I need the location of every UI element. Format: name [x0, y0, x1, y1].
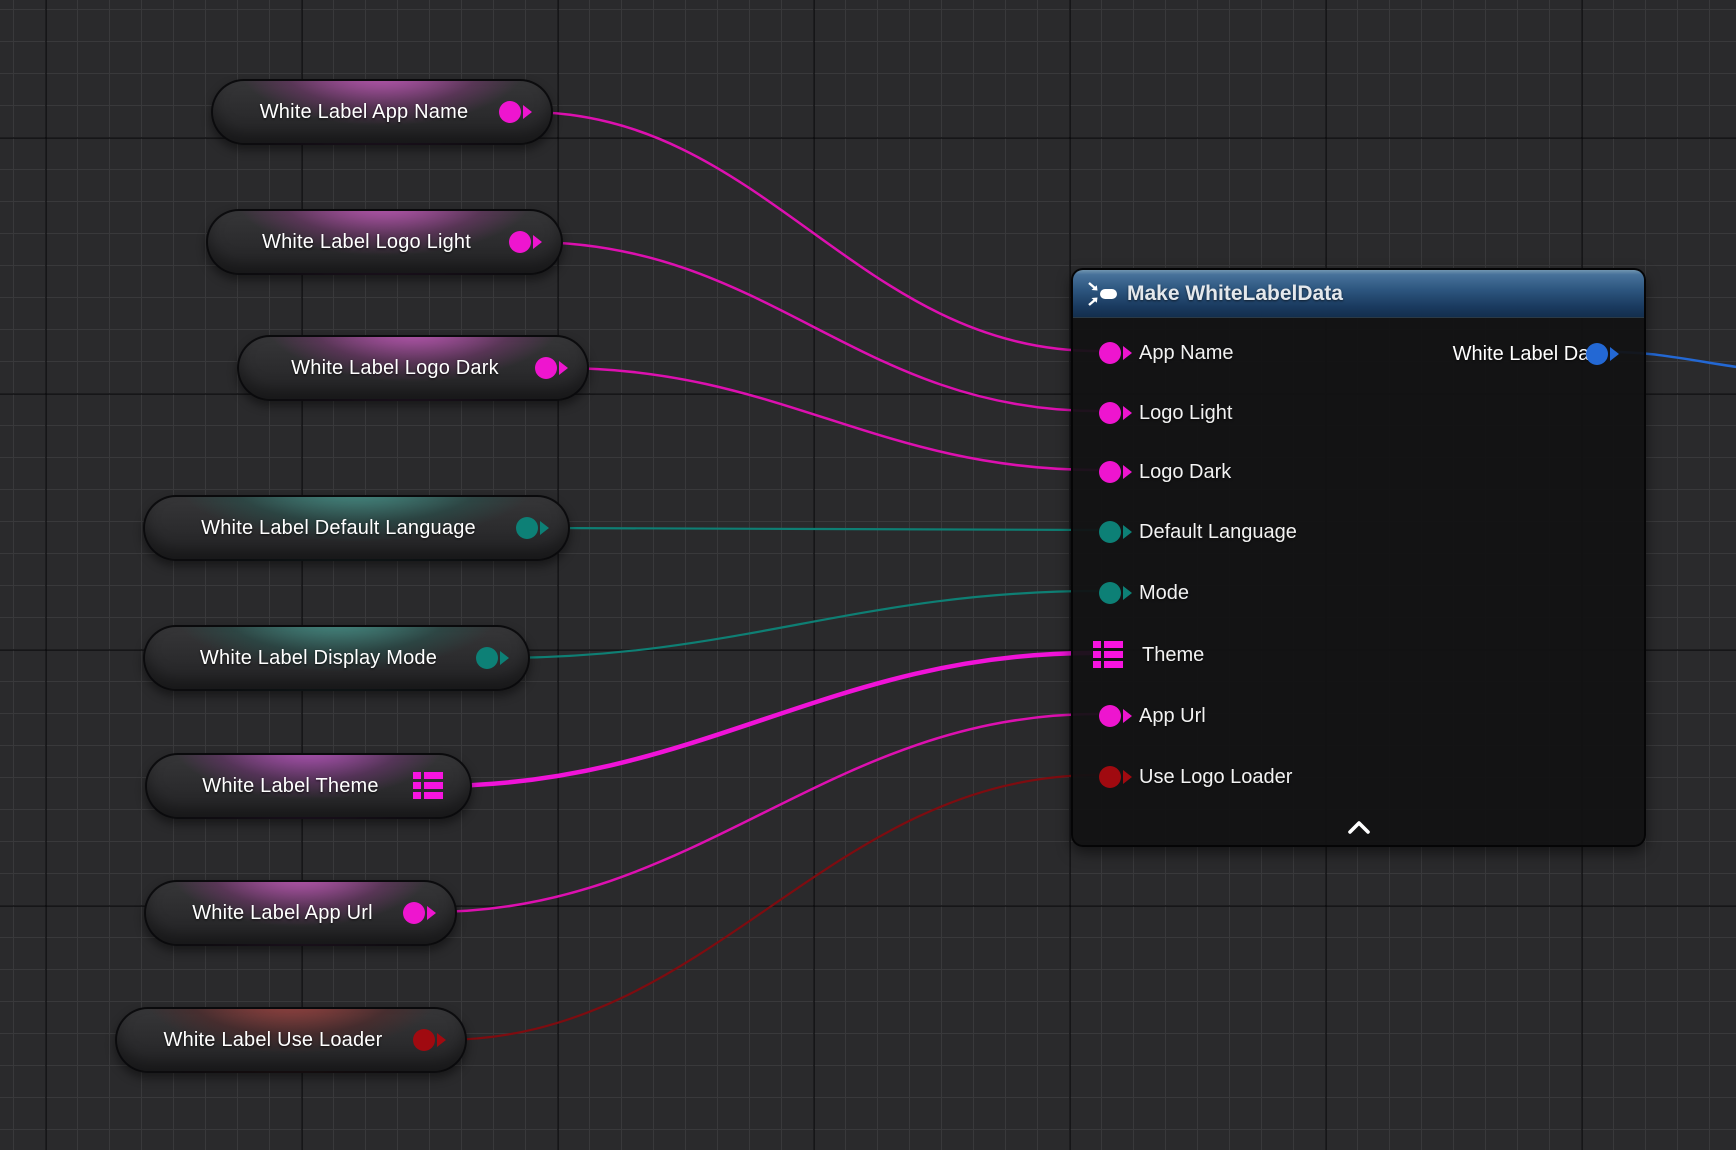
- string-output-pin[interactable]: [403, 902, 425, 924]
- pin-label: Use Logo Loader: [1139, 766, 1292, 789]
- pin-label: App Name: [1139, 342, 1234, 365]
- make-node-header[interactable]: Make WhiteLabelData: [1073, 270, 1644, 318]
- enum-output-pin[interactable]: [516, 517, 538, 539]
- wire-theme[interactable]: [436, 653, 1092, 786]
- wire-display-mode[interactable]: [498, 591, 1098, 658]
- pin-label: Theme: [1142, 644, 1204, 667]
- input-pin-default-language[interactable]: [1099, 521, 1121, 543]
- output-pin-white-label-data[interactable]: [1586, 343, 1608, 365]
- bool-output-pin[interactable]: [413, 1029, 435, 1051]
- getter-node-logo-dark[interactable]: White Label Logo Dark: [237, 335, 589, 401]
- getter-node-label: White Label Default Language: [187, 517, 526, 540]
- pin-row-theme: Theme: [1073, 640, 1204, 670]
- string-output-pin[interactable]: [499, 101, 521, 123]
- pin-label: Logo Light: [1139, 402, 1232, 425]
- pin-row-use-logo-loader: Use Logo Loader: [1073, 762, 1292, 792]
- pin-row-mode: Mode: [1073, 578, 1189, 608]
- enum-output-pin[interactable]: [476, 647, 498, 669]
- wire-app-url[interactable]: [430, 714, 1098, 912]
- collapse-chevron-icon: [1348, 821, 1370, 834]
- pin-label: White Label Data: [1453, 343, 1606, 366]
- getter-node-label: White Label App Url: [178, 902, 423, 925]
- input-pin-logo-light[interactable]: [1099, 402, 1121, 424]
- getter-node-display-mode[interactable]: White Label Display Mode: [143, 625, 530, 691]
- getter-node-label: White Label Use Loader: [150, 1029, 433, 1052]
- wire-default-language[interactable]: [542, 528, 1098, 530]
- struct-pin-icon: [1092, 639, 1124, 671]
- wire-logo-dark[interactable]: [560, 368, 1098, 470]
- pin-row-white-label-data: White Label Data: [1453, 339, 1644, 369]
- wire-app-name[interactable]: [526, 112, 1098, 351]
- getter-node-theme[interactable]: White Label Theme: [145, 753, 472, 819]
- input-pin-theme[interactable]: [1092, 639, 1124, 671]
- make-struct-node[interactable]: Make WhiteLabelData App Name Logo Light …: [1071, 268, 1646, 847]
- struct-output-pin[interactable]: [412, 770, 444, 802]
- make-struct-icon: [1087, 281, 1119, 307]
- pin-label: Default Language: [1139, 521, 1297, 544]
- input-pin-use-logo-loader[interactable]: [1099, 766, 1121, 788]
- getter-node-default-language[interactable]: White Label Default Language: [143, 495, 570, 561]
- input-pin-app-url[interactable]: [1099, 705, 1121, 727]
- pin-label: Logo Dark: [1139, 461, 1231, 484]
- wire-use-loader[interactable]: [442, 775, 1098, 1040]
- pin-label: Mode: [1139, 582, 1189, 605]
- string-output-pin[interactable]: [535, 357, 557, 379]
- getter-node-label: White Label Theme: [188, 775, 428, 798]
- getter-node-use-loader[interactable]: White Label Use Loader: [115, 1007, 467, 1073]
- pin-row-logo-dark: Logo Dark: [1073, 457, 1231, 487]
- pin-row-app-name: App Name: [1073, 338, 1234, 368]
- getter-node-label: White Label Logo Dark: [277, 357, 549, 380]
- wire-logo-light[interactable]: [529, 242, 1098, 411]
- struct-pin-icon: [412, 770, 444, 802]
- input-pin-app-name[interactable]: [1099, 342, 1121, 364]
- getter-node-label: White Label App Name: [246, 101, 519, 124]
- getter-node-app-name[interactable]: White Label App Name: [211, 79, 553, 145]
- pin-row-default-language: Default Language: [1073, 517, 1297, 547]
- blueprint-graph-canvas[interactable]: { "editor": "blueprint-node-graph", "col…: [0, 0, 1736, 1150]
- getter-node-app-url[interactable]: White Label App Url: [144, 880, 457, 946]
- string-output-pin[interactable]: [509, 231, 531, 253]
- getter-node-logo-light[interactable]: White Label Logo Light: [206, 209, 563, 275]
- pin-row-app-url: App Url: [1073, 701, 1206, 731]
- make-node-title: Make WhiteLabelData: [1127, 282, 1343, 306]
- input-pin-logo-dark[interactable]: [1099, 461, 1121, 483]
- pin-row-logo-light: Logo Light: [1073, 398, 1232, 428]
- input-pin-mode[interactable]: [1099, 582, 1121, 604]
- pin-label: App Url: [1139, 705, 1206, 728]
- collapse-node-button[interactable]: [1346, 818, 1372, 836]
- getter-node-label: White Label Logo Light: [248, 231, 521, 254]
- getter-node-label: White Label Display Mode: [186, 647, 487, 670]
